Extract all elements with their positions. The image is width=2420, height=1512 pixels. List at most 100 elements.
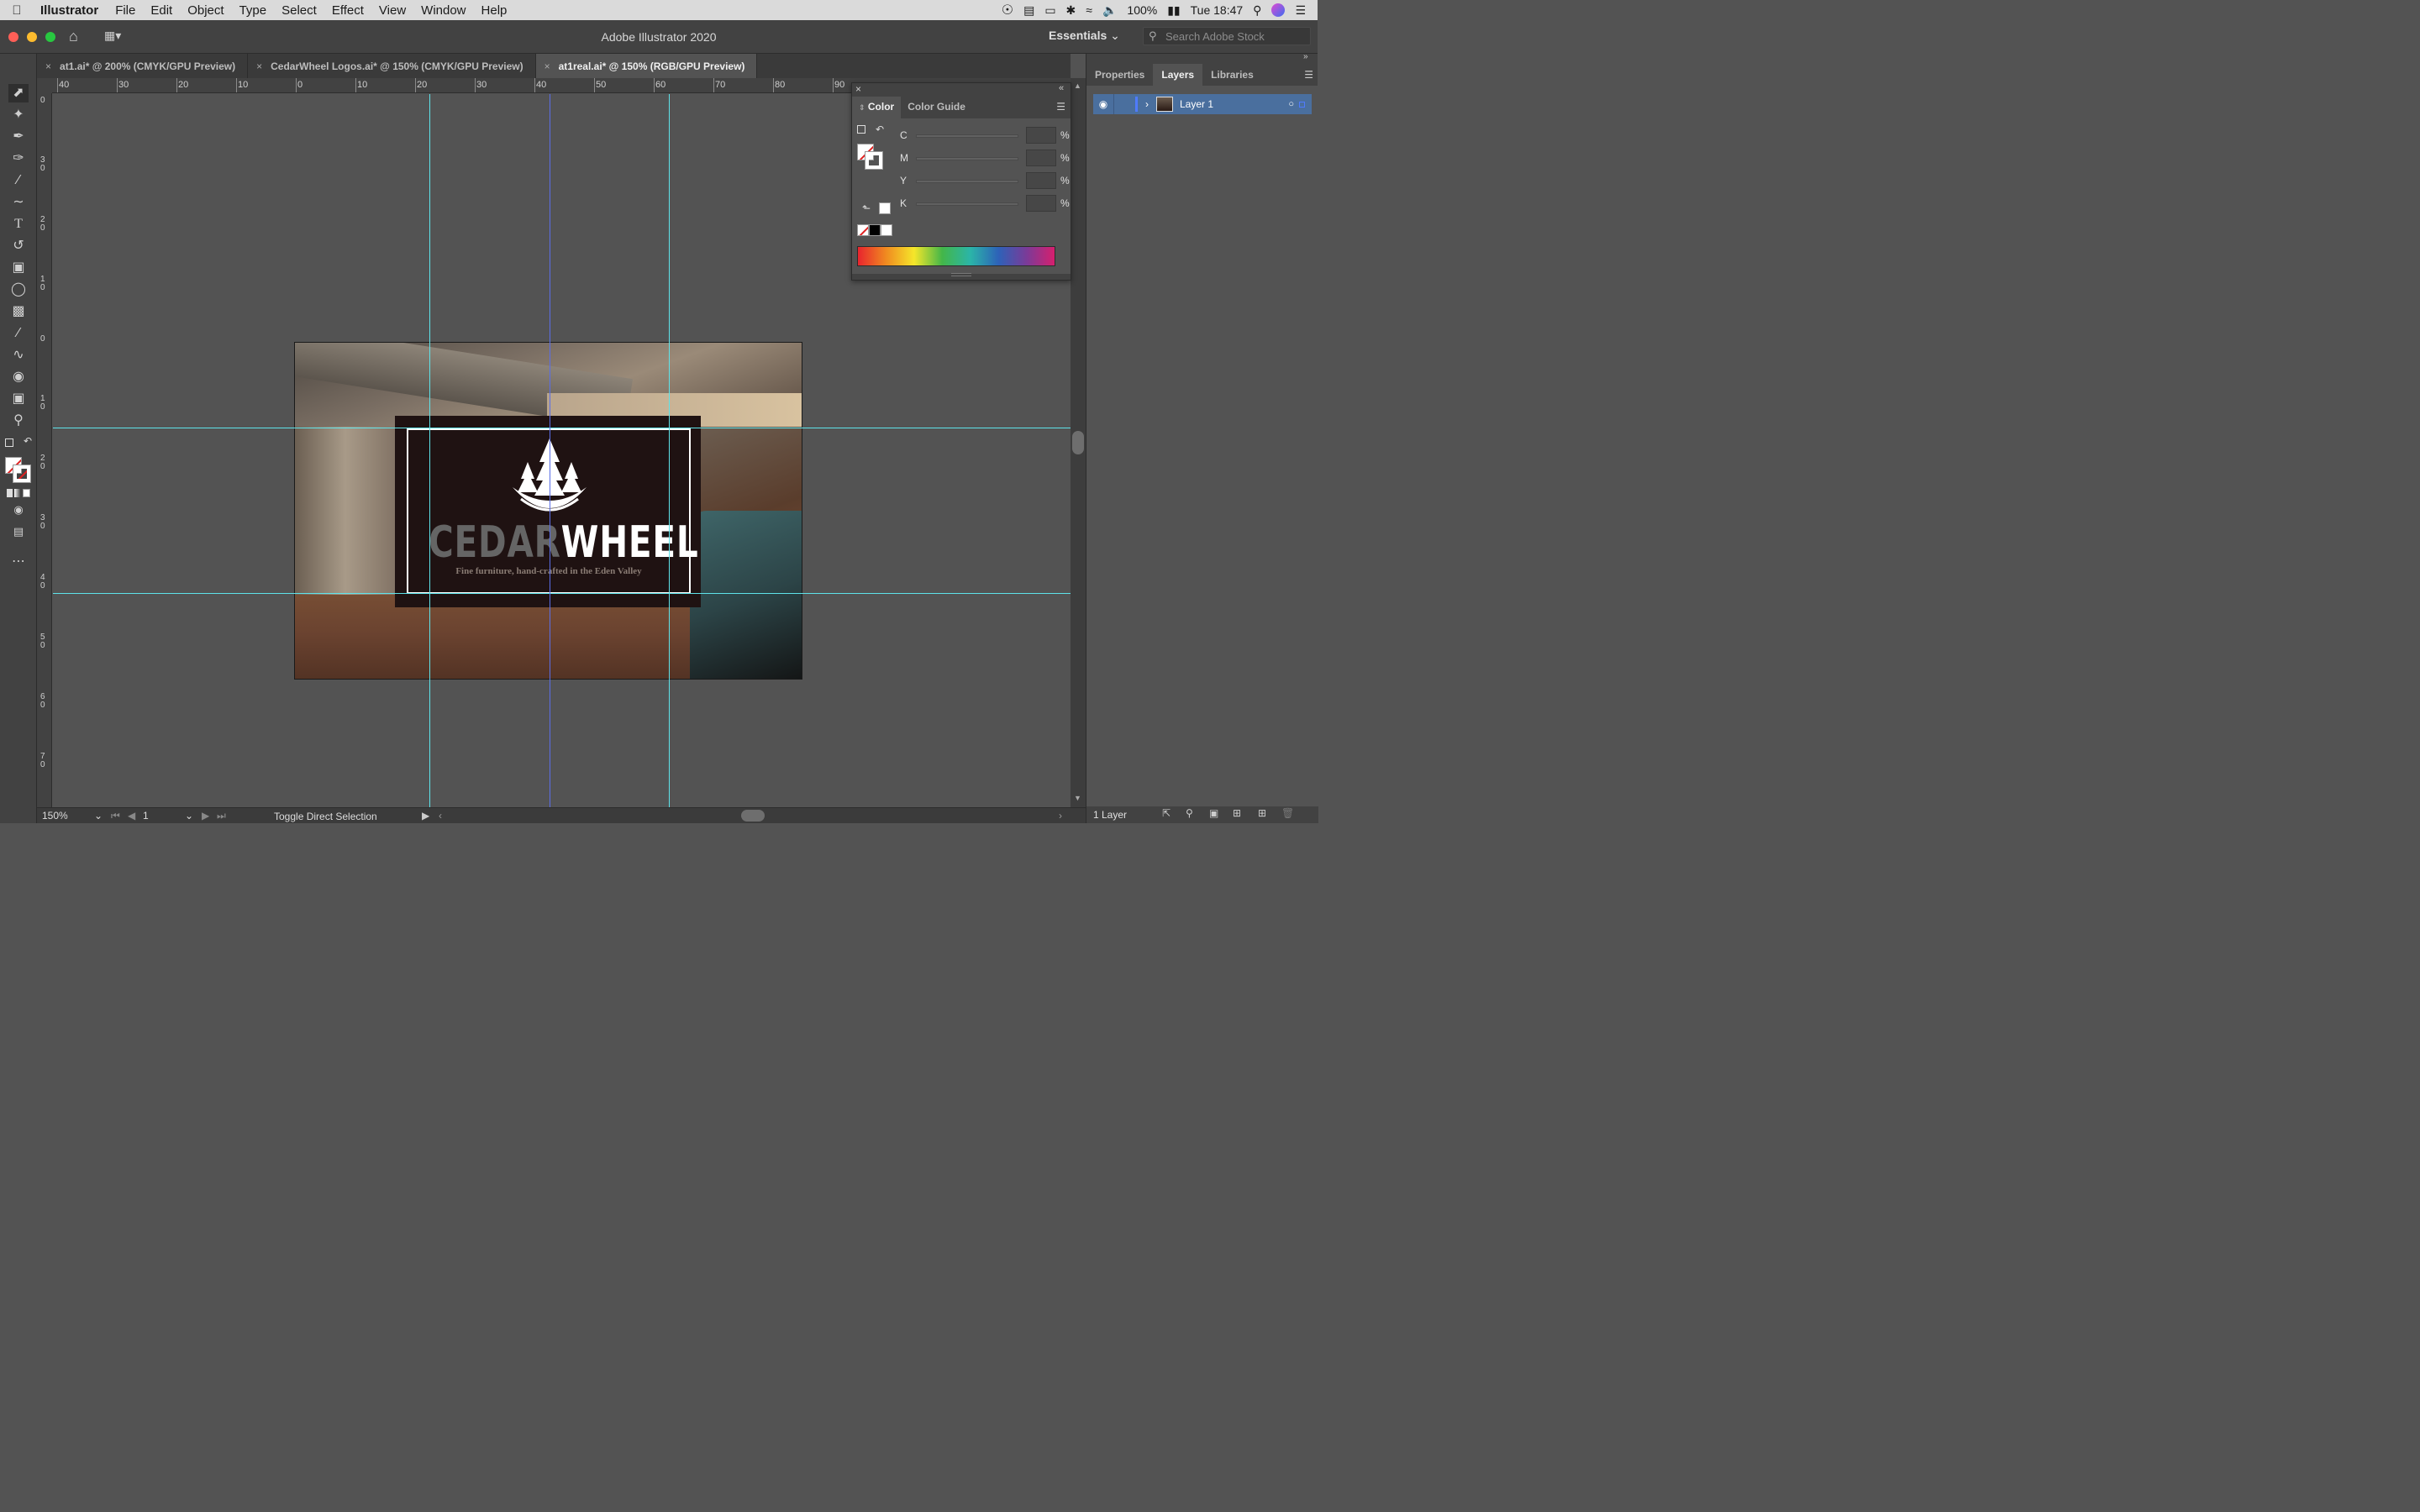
scroll-up-icon[interactable]: ▲ <box>1074 81 1081 90</box>
horizontal-scroll-thumb[interactable] <box>741 810 765 822</box>
app-menu[interactable]: Illustrator <box>34 3 108 18</box>
selection-square-icon[interactable] <box>1299 101 1305 108</box>
scroll-down-icon[interactable]: ▼ <box>1074 794 1081 802</box>
target-circle-icon[interactable]: ○ <box>1288 99 1294 109</box>
stroke-swatch[interactable] <box>13 465 31 483</box>
type-tool-icon[interactable]: T <box>8 215 29 234</box>
panel-resize-handle[interactable] <box>951 273 971 276</box>
new-sublayer-icon[interactable]: ⊞ <box>1233 807 1241 819</box>
layer-name[interactable]: Layer 1 <box>1180 98 1213 110</box>
screen-mode-icon[interactable]: ▤ <box>8 522 29 541</box>
draw-mode-icon[interactable]: ◉ <box>8 501 29 519</box>
status-menu-icon[interactable]: ▶ <box>422 810 429 822</box>
screen-share-icon[interactable]: ▤ <box>1023 3 1034 18</box>
menu-select[interactable]: Select <box>274 3 324 18</box>
expand-dock-icon[interactable]: » <box>1303 52 1308 61</box>
wifi-icon[interactable]: ≈ <box>1086 3 1092 17</box>
vertical-scrollbar[interactable]: ▲ ▼ <box>1071 78 1086 807</box>
scroll-left-icon[interactable]: ‹ <box>439 810 442 822</box>
black-track[interactable] <box>916 202 1018 206</box>
delete-layer-icon[interactable]: 🗑 <box>1281 807 1294 819</box>
tab-layers[interactable]: Layers <box>1153 64 1203 86</box>
close-tab-icon[interactable]: × <box>256 60 262 72</box>
stroke-swatch[interactable] <box>865 151 883 170</box>
menu-window[interactable]: Window <box>413 3 473 18</box>
zoom-tool-icon[interactable]: ⚲ <box>8 412 29 430</box>
menu-type[interactable]: Type <box>232 3 275 18</box>
web-safe-swatch[interactable] <box>879 202 891 214</box>
notification-center-icon[interactable]: ☰ <box>1295 3 1306 18</box>
default-colors-icon[interactable] <box>5 438 13 447</box>
menu-file[interactable]: File <box>108 3 143 18</box>
menu-object[interactable]: Object <box>180 3 231 18</box>
cyan-track[interactable] <box>916 134 1018 138</box>
tab-at1real[interactable]: × at1real.ai* @ 150% (RGB/GPU Preview) <box>535 54 758 78</box>
guide-vertical-left[interactable] <box>429 94 430 807</box>
menu-help[interactable]: Help <box>474 3 515 18</box>
layer-row[interactable]: ◉ › Layer 1 ○ <box>1093 94 1312 114</box>
guide-horizontal-bottom[interactable] <box>53 593 1071 594</box>
menu-view[interactable]: View <box>371 3 413 18</box>
more-tools-icon[interactable]: ⋯ <box>8 553 29 571</box>
clipping-mask-icon[interactable]: ▣ <box>1209 807 1218 819</box>
line-tool-icon[interactable]: ∕ <box>8 171 29 190</box>
swap-colors-icon[interactable]: ↶ <box>24 435 32 447</box>
out-of-gamut-icon[interactable]: ⬑ <box>862 202 871 214</box>
magenta-track[interactable] <box>916 157 1018 160</box>
workspace-switcher[interactable]: Essentials ⌄ <box>1049 29 1120 43</box>
bluetooth-icon[interactable]: ✱ <box>1066 3 1076 18</box>
menu-edit[interactable]: Edit <box>143 3 180 18</box>
magenta-slider[interactable]: M% <box>896 150 1070 166</box>
tab-properties[interactable]: Properties <box>1086 64 1153 86</box>
vertical-ruler[interactable]: 0 3 0 2 0 1 0 0 1 0 2 0 3 0 4 0 5 0 6 0 7 0 <box>37 93 52 807</box>
close-tab-icon[interactable]: × <box>45 60 51 72</box>
paintbrush-tool-icon[interactable]: ∼ <box>8 193 29 212</box>
black-value[interactable] <box>1026 195 1056 212</box>
swap-colors-icon[interactable]: ↶ <box>876 123 884 135</box>
shape-builder-tool-icon[interactable]: ◉ <box>8 368 29 386</box>
white-swatch[interactable] <box>881 224 892 236</box>
artboard-tool-icon[interactable]: ▣ <box>8 390 29 408</box>
zoom-field[interactable]: 150% ⌄ <box>42 810 103 822</box>
gradient-tool-icon[interactable]: ▩ <box>8 302 29 321</box>
pen-tool-icon[interactable]: ✒ <box>8 128 29 146</box>
tab-at1[interactable]: × at1.ai* @ 200% (CMYK/GPU Preview) <box>37 54 249 78</box>
volume-icon[interactable]: 🔈 <box>1102 3 1117 18</box>
export-icon[interactable]: ⇱ <box>1162 807 1171 819</box>
apple-menu-icon[interactable]:  <box>0 3 34 18</box>
menu-effect[interactable]: Effect <box>324 3 371 18</box>
color-mode-icons[interactable] <box>7 489 30 497</box>
collapse-panel-icon[interactable]: « <box>1059 83 1064 93</box>
puppet-warp-tool-icon[interactable]: ∿ <box>8 346 29 365</box>
artboard-field[interactable]: 1 ⌄ <box>143 810 193 822</box>
locate-object-icon[interactable]: ⚲ <box>1186 807 1193 819</box>
scroll-right-icon[interactable]: › <box>1059 810 1062 822</box>
scroll-thumb[interactable] <box>1072 431 1084 454</box>
close-panel-icon[interactable]: × <box>855 83 861 95</box>
tab-color-guide[interactable]: Color Guide <box>901 97 972 118</box>
artboard-nav-last-icon[interactable]: ⏭ <box>217 810 226 822</box>
artboard-nav-next-icon[interactable]: ▶ <box>202 810 209 822</box>
tab-cedarwheel-logos[interactable]: × CedarWheel Logos.ai* @ 150% (CMYK/GPU P… <box>248 54 536 78</box>
color-spectrum[interactable] <box>857 246 1055 266</box>
spotlight-icon[interactable]: ⚲ <box>1253 3 1261 18</box>
magenta-value[interactable] <box>1026 150 1056 166</box>
lock-toggle[interactable] <box>1113 94 1135 114</box>
tool-hint[interactable]: Toggle Direct Selection <box>274 811 377 822</box>
selection-tool-icon[interactable]: ⬈ <box>8 84 29 102</box>
artboard-nav-prev-icon[interactable]: ◀ <box>128 810 135 822</box>
tab-color[interactable]: ⇕ Color <box>852 97 902 118</box>
black-swatch[interactable] <box>869 224 881 236</box>
magic-wand-tool-icon[interactable]: ✦ <box>8 106 29 124</box>
ruler-origin[interactable] <box>37 78 52 93</box>
panel-menu-icon[interactable]: ☰ <box>1051 97 1071 118</box>
battery-icon[interactable]: ▮▮ <box>1167 3 1180 18</box>
artboard-nav-first-icon[interactable]: ⏮ <box>111 810 120 822</box>
panel-menu-icon[interactable]: ☰ <box>1299 64 1318 86</box>
siri-icon[interactable] <box>1271 3 1286 17</box>
yellow-value[interactable] <box>1026 172 1056 189</box>
search-stock-input[interactable]: ⚲ Search Adobe Stock <box>1143 27 1311 45</box>
rotate-tool-icon[interactable]: ↺ <box>8 237 29 255</box>
guide-vertical-right[interactable] <box>669 94 670 807</box>
clock[interactable]: Tue 18:47 <box>1191 3 1244 17</box>
